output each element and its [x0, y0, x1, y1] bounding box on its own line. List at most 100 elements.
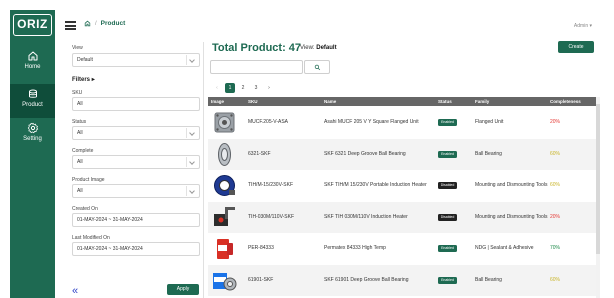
chevron-down-icon [186, 186, 196, 196]
table-scrollbar-thumb[interactable] [596, 104, 600, 254]
nav-item-home[interactable]: Home [10, 50, 55, 84]
page-prev[interactable]: ‹ [212, 83, 222, 93]
status-badge: Enabled [438, 150, 457, 158]
cell-completeness: 70% [550, 245, 561, 251]
cell-name: SKF 6321 Deep Groove Ball Bearing [324, 150, 406, 157]
cell-name: Permatex 84333 High Temp [324, 245, 386, 251]
cell-sku: 6321-SKF [248, 150, 271, 157]
chevron-down-icon [186, 128, 196, 138]
col-completeness[interactable]: Completeness [550, 99, 581, 104]
last-modified-label: Last Modified On [72, 235, 110, 241]
sku-label: SKU [72, 90, 83, 96]
col-sku[interactable]: SKU [248, 99, 258, 104]
table-row[interactable]: MUCF.205-V-ASA Asahi MUCF 205 V Y Square … [208, 107, 596, 138]
nav-label-setting: Setting [23, 136, 42, 142]
top-bar: / Product Admin ▾ [55, 10, 604, 42]
search-input[interactable] [210, 60, 303, 74]
user-menu[interactable]: Admin ▾ [574, 23, 592, 29]
product-thumbnail[interactable] [211, 109, 238, 136]
filter-panel: View Default Filters ▸ SKU All Status Al… [70, 42, 201, 298]
app-logo: ORIZ [13, 14, 52, 36]
nav-item-setting[interactable]: Setting [10, 122, 55, 156]
status-select-value: All [77, 130, 83, 136]
filters-heading[interactable]: Filters ▸ [72, 76, 95, 83]
status-select[interactable]: All [72, 126, 200, 140]
cell-family: NDG | Sealant & Adhesive [475, 245, 534, 251]
view-select-value: Default [77, 57, 93, 63]
apply-button[interactable]: Apply [167, 284, 199, 295]
caret-right-icon: ▸ [91, 77, 95, 83]
app-root: ORIZ Home Product Setting / Product Admi… [0, 0, 614, 298]
status-badge: Enabled [438, 276, 457, 284]
cell-family: Ball Bearing [475, 150, 502, 157]
search-button[interactable] [304, 60, 330, 74]
menu-icon[interactable] [65, 21, 76, 30]
status-label: Status [72, 119, 87, 125]
product-image-label: Product Image [72, 177, 105, 183]
cell-sku: MUCF.205-V-ASA [248, 119, 289, 125]
cell-sku: PER-84333 [248, 245, 274, 251]
status-badge: Enabled [438, 245, 457, 252]
col-family[interactable]: Family [475, 99, 489, 104]
cell-sku: TIH-030M/110V-SKF [248, 213, 295, 220]
nav-rail: ORIZ Home Product Setting [10, 10, 55, 298]
product-thumbnail[interactable] [211, 267, 238, 294]
status-badge: Disabled [438, 182, 457, 189]
panel-divider [203, 42, 204, 298]
complete-select[interactable]: All [72, 155, 200, 169]
breadcrumb-separator: / [95, 20, 97, 27]
complete-select-value: All [77, 159, 83, 165]
nav-item-product[interactable]: Product [10, 84, 55, 118]
current-view: View: Default [300, 45, 337, 51]
home-icon[interactable] [84, 20, 91, 27]
nav-label-product: Product [22, 102, 43, 108]
cell-completeness: 20% [550, 213, 561, 220]
chevron-down-icon [186, 55, 196, 65]
search-icon [314, 64, 321, 71]
cell-sku: TIH/M-15/230V-SKF [248, 182, 294, 188]
product-image-select[interactable]: All [72, 184, 200, 198]
cell-completeness: 20% [550, 119, 561, 125]
total-product-title: Total Product: 47 [212, 42, 302, 54]
cell-family: Ball Bearing [475, 276, 502, 283]
current-view-name: Default [316, 45, 337, 51]
col-status[interactable]: Status [438, 99, 452, 104]
created-on-range[interactable]: 01-MAY-2024 ~ 31-MAY-2024 [72, 213, 200, 227]
product-thumbnail[interactable] [211, 172, 238, 199]
table-row[interactable]: TIH-030M/110V-SKF SKF TIH 030M/110V Induc… [208, 201, 596, 233]
collapse-panel-icon[interactable]: « [72, 285, 78, 297]
cell-completeness: 60% [550, 150, 561, 157]
sku-input[interactable]: All [72, 97, 200, 111]
home-icon [28, 51, 37, 61]
complete-label: Complete [72, 148, 94, 154]
table-header: Image SKU Name Status Family Completenes… [208, 97, 596, 106]
product-thumbnail[interactable] [211, 204, 238, 231]
page-next[interactable]: › [264, 83, 274, 93]
cell-completeness: 60% [550, 276, 561, 283]
table-row[interactable]: 6321-SKF SKF 6321 Deep Groove Ball Bearin… [208, 138, 596, 170]
status-badge: Disabled [438, 213, 457, 221]
created-on-label: Created On [72, 206, 98, 212]
page-3[interactable]: 3 [251, 83, 261, 93]
page-2[interactable]: 2 [238, 83, 248, 93]
product-icon [28, 89, 37, 98]
product-thumbnail[interactable] [211, 235, 238, 262]
page-1[interactable]: 1 [225, 83, 235, 93]
table-row[interactable]: 61901-SKF SKF 61901 Deep Groove Ball Bear… [208, 264, 596, 296]
cell-family: Flanged Unit [475, 119, 504, 125]
last-modified-range[interactable]: 01-MAY-2024 ~ 31-MAY-2024 [72, 242, 200, 256]
cell-name: SKF TIH 030M/110V Induction Heater [324, 213, 408, 220]
create-button[interactable]: Create [558, 41, 594, 53]
product-thumbnail[interactable] [211, 141, 238, 168]
view-label: View [72, 45, 83, 51]
col-name[interactable]: Name [324, 99, 336, 104]
status-badge: Enabled [438, 119, 457, 126]
col-image[interactable]: Image [211, 99, 224, 104]
view-select[interactable]: Default [72, 53, 200, 67]
table-row[interactable]: PER-84333 Permatex 84333 High Temp Enabled… [208, 233, 596, 264]
gear-icon [27, 122, 38, 134]
cell-family: Mounting and Dismounting Tools [475, 182, 548, 188]
table-row[interactable]: TIH/M-15/230V-SKF SKF TIH/M 15/230V Porta… [208, 170, 596, 201]
cell-family: Mounting and Dismounting Tools [475, 213, 548, 220]
cell-name: SKF 61901 Deep Groove Ball Bearing [324, 276, 409, 283]
